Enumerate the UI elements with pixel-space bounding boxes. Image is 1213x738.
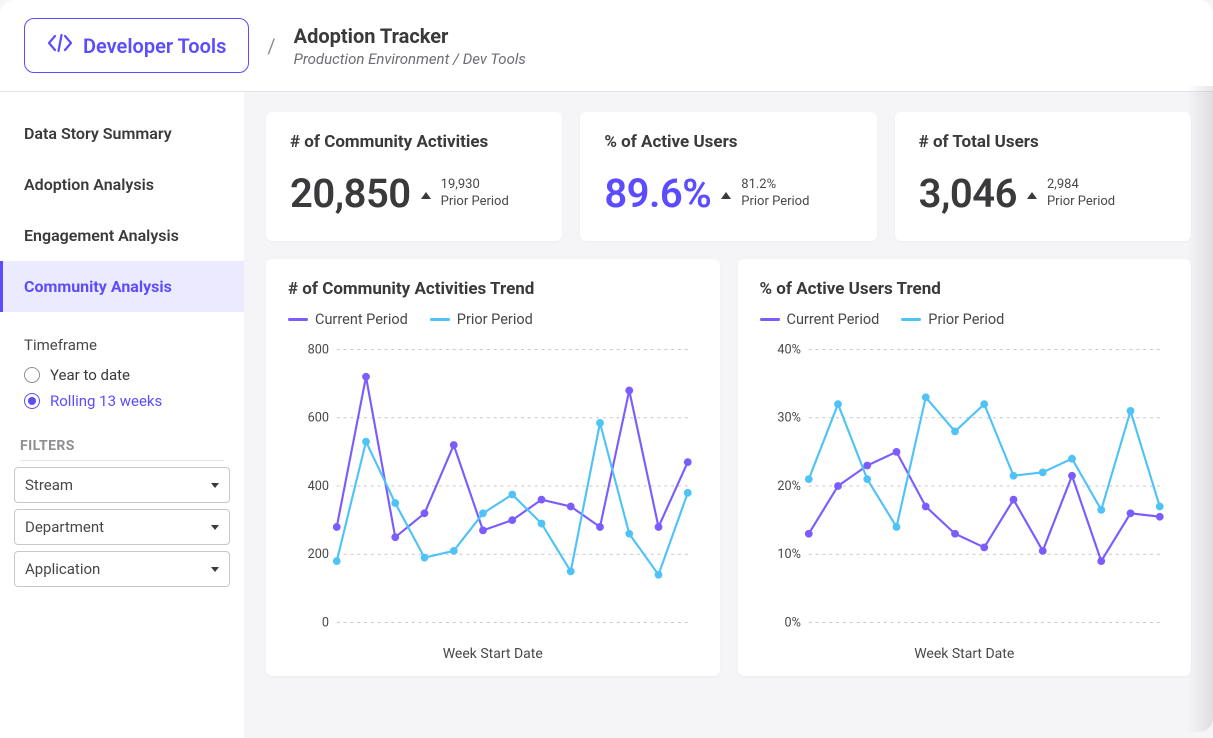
- timeframe-option-label: Rolling 13 weeks: [50, 392, 162, 410]
- nav-item-data-story-summary[interactable]: Data Story Summary: [0, 108, 244, 159]
- page-title: Adoption Tracker: [294, 24, 526, 48]
- chart-card: % of Active Users Trend Current Period Pri…: [738, 259, 1192, 676]
- filters-heading: FILTERS: [20, 438, 224, 461]
- metric-title: # of Total Users: [919, 132, 1167, 152]
- nav-item-engagement-analysis[interactable]: Engagement Analysis: [0, 210, 244, 261]
- legend-item: Current Period: [760, 311, 880, 328]
- chart-svg: 0 200 400 600 800: [288, 336, 698, 636]
- chart-legend: Current Period Prior Period: [288, 311, 698, 328]
- chart-card: # of Community Activities Trend Current P…: [266, 259, 720, 676]
- page-title-block: Adoption Tracker Production Environment …: [294, 24, 526, 68]
- svg-text:800: 800: [308, 342, 329, 357]
- legend-item: Prior Period: [430, 311, 533, 328]
- radio-icon: [24, 367, 40, 383]
- metrics-row: # of Community Activities 20,850 19,930Pri…: [266, 112, 1191, 241]
- legend-swatch: [288, 318, 308, 321]
- page-subtitle: Production Environment / Dev Tools: [294, 50, 526, 68]
- chevron-down-icon: [211, 567, 219, 572]
- timeframe-option[interactable]: Year to date: [0, 362, 244, 388]
- metric-card: % of Active Users 89.6% 81.2%Prior Period: [580, 112, 876, 241]
- chevron-down-icon: [211, 483, 219, 488]
- chart-title: % of Active Users Trend: [760, 279, 1170, 299]
- metric-prior: 81.2%Prior Period: [741, 177, 809, 210]
- trend-up-icon: [1027, 192, 1037, 199]
- filters-list: Stream Department Application: [0, 467, 244, 587]
- x-axis-label: Week Start Date: [760, 646, 1170, 662]
- svg-text:0%: 0%: [784, 615, 800, 630]
- metric-title: % of Active Users: [604, 132, 852, 152]
- legend-item: Prior Period: [901, 311, 1004, 328]
- timeframe-option-label: Year to date: [50, 366, 130, 384]
- radio-icon: [24, 393, 40, 409]
- chevron-down-icon: [211, 525, 219, 530]
- filter-select-application[interactable]: Application: [14, 551, 230, 587]
- nav-list: Data Story SummaryAdoption AnalysisEngag…: [0, 108, 244, 312]
- metric-value: 3,046: [919, 170, 1017, 217]
- code-icon: [47, 33, 73, 58]
- main-content: # of Community Activities 20,850 19,930Pri…: [244, 92, 1213, 738]
- timeframe-option[interactable]: Rolling 13 weeks: [0, 388, 244, 414]
- timeframe-heading: Timeframe: [24, 336, 220, 354]
- legend-swatch: [760, 318, 780, 321]
- metric-prior: 2,984Prior Period: [1047, 177, 1115, 210]
- filter-select-label: Department: [25, 518, 104, 536]
- trend-up-icon: [721, 192, 731, 199]
- svg-text:30%: 30%: [777, 411, 801, 426]
- svg-text:20%: 20%: [777, 479, 801, 494]
- metric-title: # of Community Activities: [290, 132, 538, 152]
- layout: Data Story SummaryAdoption AnalysisEngag…: [0, 92, 1213, 738]
- legend-item: Current Period: [288, 311, 408, 328]
- chart-title: # of Community Activities Trend: [288, 279, 698, 299]
- metric-value: 89.6%: [604, 170, 711, 217]
- legend-swatch: [430, 318, 450, 321]
- svg-text:400: 400: [308, 479, 329, 494]
- metric-value: 20,850: [290, 170, 411, 217]
- nav-item-adoption-analysis[interactable]: Adoption Analysis: [0, 159, 244, 210]
- x-axis-label: Week Start Date: [288, 646, 698, 662]
- timeframe-options: Year to date Rolling 13 weeks: [0, 362, 244, 414]
- app-badge[interactable]: Developer Tools: [24, 18, 249, 73]
- breadcrumb-separator: /: [267, 34, 275, 58]
- svg-text:40%: 40%: [777, 342, 801, 357]
- nav-item-community-analysis[interactable]: Community Analysis: [0, 261, 244, 312]
- trend-up-icon: [421, 192, 431, 199]
- filter-select-department[interactable]: Department: [14, 509, 230, 545]
- chart-legend: Current Period Prior Period: [760, 311, 1170, 328]
- metric-card: # of Total Users 3,046 2,984Prior Period: [895, 112, 1191, 241]
- chart-svg: 0% 10% 20% 30% 40%: [760, 336, 1170, 636]
- app-badge-label: Developer Tools: [83, 34, 226, 58]
- metric-prior: 19,930Prior Period: [441, 177, 509, 210]
- filter-select-label: Stream: [25, 476, 73, 494]
- sidebar: Data Story SummaryAdoption AnalysisEngag…: [0, 92, 244, 738]
- metric-card: # of Community Activities 20,850 19,930Pri…: [266, 112, 562, 241]
- svg-text:0: 0: [322, 615, 329, 630]
- filter-select-label: Application: [25, 560, 100, 578]
- charts-row: # of Community Activities Trend Current P…: [266, 259, 1191, 676]
- svg-text:10%: 10%: [777, 547, 801, 562]
- svg-text:200: 200: [308, 547, 329, 562]
- header-bar: Developer Tools / Adoption Tracker Produ…: [0, 0, 1213, 92]
- legend-swatch: [901, 318, 921, 321]
- svg-text:600: 600: [308, 411, 329, 426]
- filter-select-stream[interactable]: Stream: [14, 467, 230, 503]
